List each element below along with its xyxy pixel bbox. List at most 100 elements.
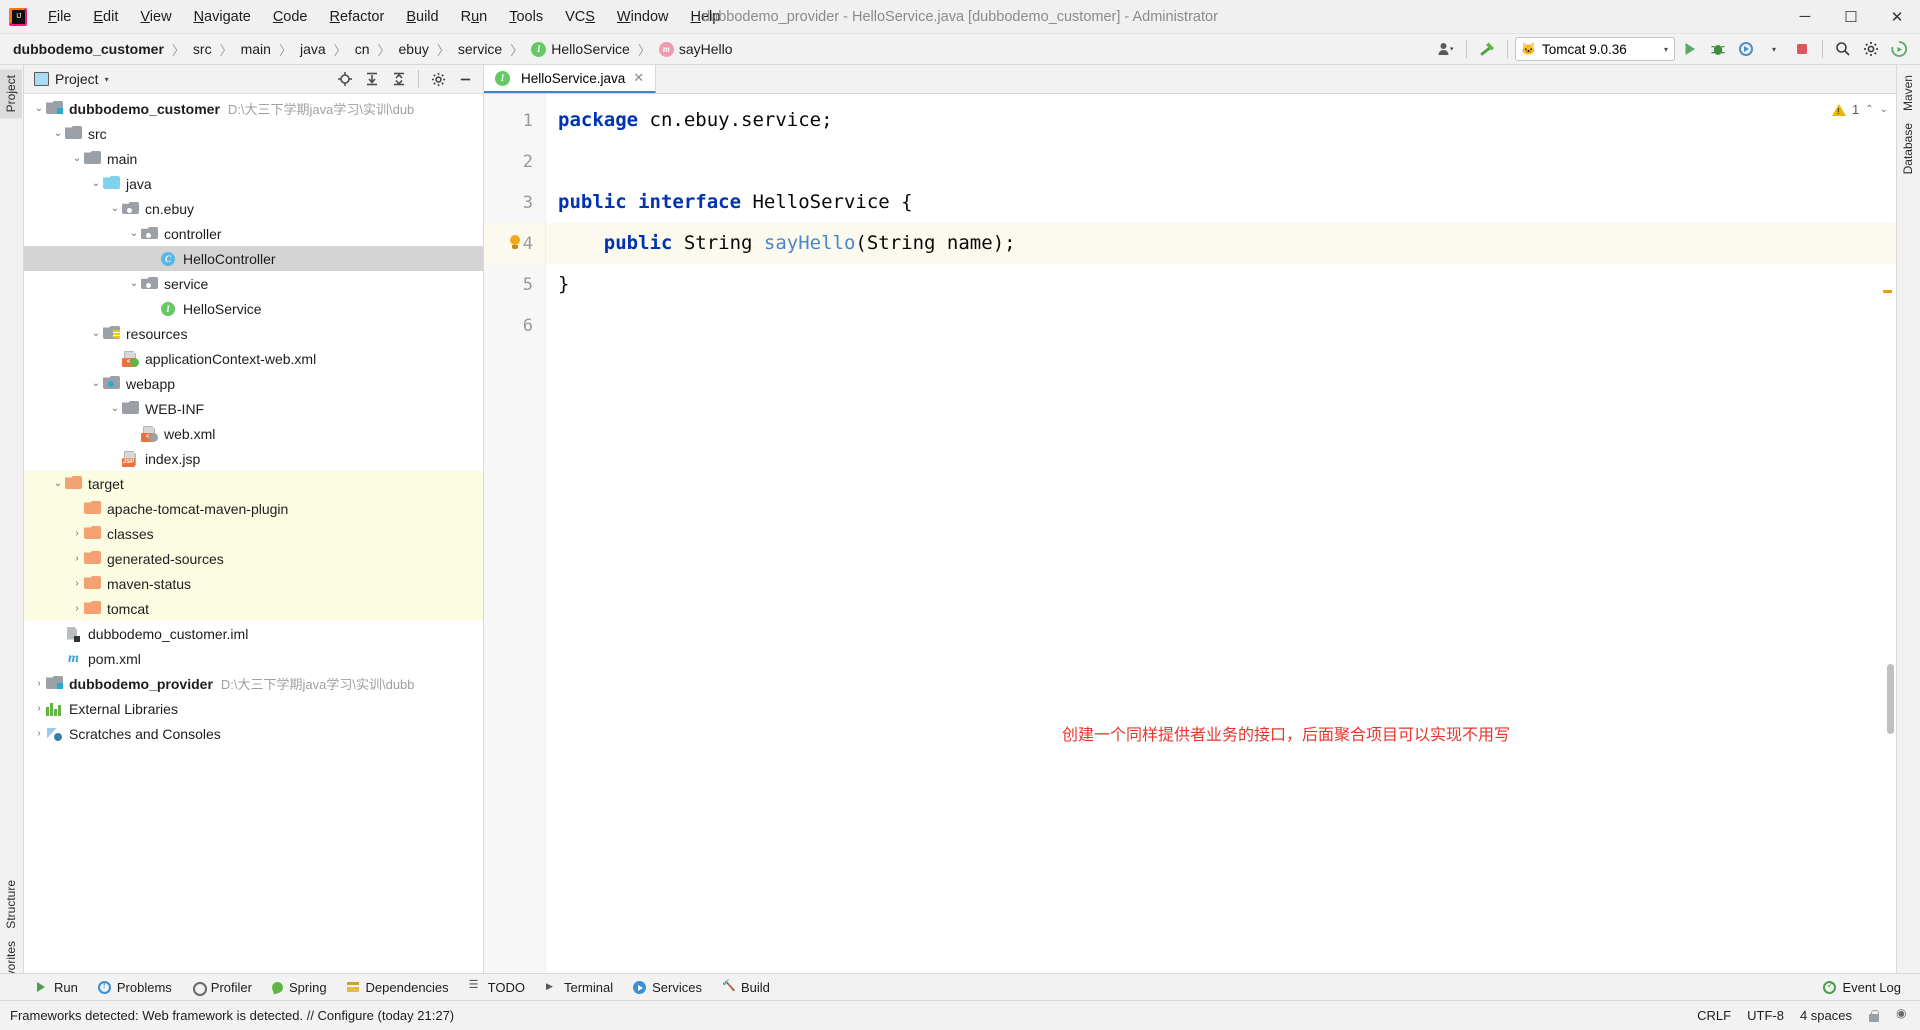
chevron-down-icon[interactable]: ⌄ (51, 478, 65, 489)
tab-helloservice-java[interactable]: I HelloService.java ✕ (484, 65, 657, 93)
gutter-line-number[interactable]: 5 (484, 264, 545, 305)
chevron-right-icon[interactable]: › (32, 678, 46, 689)
menu-code[interactable]: Code (262, 4, 319, 30)
menu-window[interactable]: Window (606, 4, 680, 30)
run-button[interactable] (1677, 37, 1703, 61)
tree-node[interactable]: ⌄ webapp (24, 371, 483, 396)
debug-button[interactable] (1705, 37, 1731, 61)
chevron-down-icon[interactable]: ⌄ (89, 178, 103, 189)
code-line[interactable]: public String sayHello(String name); (546, 223, 1896, 264)
code-line[interactable]: } (558, 264, 1896, 305)
build-hammer-icon[interactable] (1474, 37, 1500, 61)
tree-node[interactable]: ⌄ service (24, 271, 483, 296)
editor-vertical-scrollbar[interactable] (1887, 664, 1894, 734)
chevron-right-icon[interactable]: › (70, 578, 84, 589)
menu-help[interactable]: Help (679, 4, 731, 30)
menu-view[interactable]: View (129, 4, 182, 30)
close-button[interactable]: ✕ (1874, 0, 1920, 33)
locate-target-icon[interactable] (332, 67, 358, 91)
chevron-down-icon[interactable]: ▾ (105, 75, 109, 84)
tool-window-profiler[interactable]: Profiler (183, 977, 261, 998)
line-separator-widget[interactable]: CRLF (1697, 1008, 1731, 1023)
inspection-widget[interactable]: 1 ⌃ ⌄ (1831, 102, 1888, 117)
tool-window-todo[interactable]: TODO (460, 977, 534, 998)
chevron-down-icon[interactable]: ⌄ (32, 103, 46, 114)
indent-widget[interactable]: 4 spaces (1800, 1008, 1852, 1023)
tree-node[interactable]: ›apache-tomcat-maven-plugin (24, 496, 483, 521)
tree-node[interactable]: ›<applicationContext-web.xml (24, 346, 483, 371)
chevron-down-icon[interactable]: ⌄ (89, 378, 103, 389)
breadcrumb-item-ebuy[interactable]: ebuy (396, 39, 432, 59)
tool-tab-database[interactable]: Database (1897, 117, 1919, 180)
tree-node[interactable]: ›<web.xml (24, 421, 483, 446)
breadcrumb-item-sayhello[interactable]: m sayHello (656, 39, 736, 59)
collapse-all-icon[interactable] (386, 67, 412, 91)
tree-node[interactable]: ›HelloService (24, 296, 483, 321)
tree-node[interactable]: ⌄ src (24, 121, 483, 146)
maximize-button[interactable]: ☐ (1828, 0, 1874, 33)
tool-window-problems[interactable]: Problems (89, 977, 181, 998)
tool-window-event-log[interactable]: Event Log (1814, 977, 1910, 998)
encoding-widget[interactable]: UTF-8 (1747, 1008, 1784, 1023)
tree-node[interactable]: ›mpom.xml (24, 646, 483, 671)
menu-navigate[interactable]: Navigate (183, 4, 262, 30)
chevron-right-icon[interactable]: › (70, 528, 84, 539)
gear-icon[interactable] (1858, 37, 1884, 61)
close-icon[interactable]: ✕ (631, 70, 646, 86)
tool-window-services[interactable]: Services (624, 977, 711, 998)
menu-tools[interactable]: Tools (498, 4, 554, 30)
code-line[interactable] (558, 305, 1896, 346)
menu-vcs[interactable]: VCS (554, 4, 606, 30)
chevron-down-icon[interactable]: ⌄ (127, 278, 141, 289)
tool-window-terminal[interactable]: Terminal (536, 977, 622, 998)
breadcrumb-item-java[interactable]: java (297, 39, 329, 59)
editor-text[interactable]: package cn.ebuy.service; public interfac… (546, 94, 1896, 1000)
tree-node[interactable]: ›HelloController (24, 246, 483, 271)
menu-refactor[interactable]: Refactor (319, 4, 396, 30)
tool-tab-maven[interactable]: Maven (1897, 69, 1919, 117)
project-tree[interactable]: ⌄ dubbodemo_customer D:\大三下学期java学习\实训\dub… (24, 94, 483, 988)
stop-button[interactable] (1789, 37, 1815, 61)
tree-node[interactable]: › dubbodemo_provider D:\大三下学期java学习\实训\dub… (24, 671, 483, 696)
notifications-icon[interactable] (1896, 1006, 1912, 1022)
tree-node[interactable]: › Scratches and Consoles (24, 721, 483, 746)
menu-run[interactable]: Run (450, 4, 499, 30)
tool-window-spring[interactable]: Spring (263, 977, 336, 998)
code-line[interactable] (558, 141, 1896, 182)
run-with-coverage-button[interactable] (1733, 37, 1759, 61)
tree-node[interactable]: › classes (24, 521, 483, 546)
gutter-line-number[interactable]: 1 (484, 100, 545, 141)
previous-highlight-icon[interactable]: ⌃ (1865, 104, 1873, 115)
run-configuration-selector[interactable]: 🐱 Tomcat 9.0.36 ▾ (1515, 37, 1675, 61)
expand-all-icon[interactable] (359, 67, 385, 91)
tree-node[interactable]: ⌄ java (24, 171, 483, 196)
tree-node[interactable]: ⌄ main (24, 146, 483, 171)
profiler-dropdown-button[interactable]: ▾ (1761, 37, 1787, 61)
updates-icon[interactable] (1886, 37, 1912, 61)
user-icon[interactable] (1433, 37, 1459, 61)
breadcrumb-item-project[interactable]: dubbodemo_customer (10, 39, 167, 59)
breadcrumb-item-helloservice[interactable]: I HelloService (528, 39, 633, 59)
intention-bulb-icon[interactable] (508, 235, 522, 251)
search-icon[interactable] (1830, 37, 1856, 61)
status-message[interactable]: Frameworks detected: Web framework is de… (10, 1008, 454, 1023)
tree-node[interactable]: ⌄ cn.ebuy (24, 196, 483, 221)
warning-marker[interactable] (1883, 290, 1892, 293)
menu-build[interactable]: Build (395, 4, 449, 30)
tree-node[interactable]: › maven-status (24, 571, 483, 596)
gutter-line-number[interactable]: 6 (484, 305, 545, 346)
code-line[interactable]: package cn.ebuy.service; (558, 100, 1896, 141)
gear-icon[interactable] (425, 67, 451, 91)
tree-node[interactable]: › tomcat (24, 596, 483, 621)
tree-node[interactable]: › generated-sources (24, 546, 483, 571)
breadcrumb-item-cn[interactable]: cn (352, 39, 373, 59)
tree-node[interactable]: ›JSPindex.jsp (24, 446, 483, 471)
tool-window-build[interactable]: Build (713, 977, 779, 998)
chevron-down-icon[interactable]: ⌄ (70, 153, 84, 164)
chevron-right-icon[interactable]: › (70, 603, 84, 614)
code-line[interactable]: public interface HelloService { (558, 182, 1896, 223)
chevron-down-icon[interactable]: ⌄ (108, 203, 122, 214)
chevron-right-icon[interactable]: › (70, 553, 84, 564)
tree-node[interactable]: ›dubbodemo_customer.iml (24, 621, 483, 646)
tool-tab-structure[interactable]: Structure (0, 874, 22, 935)
